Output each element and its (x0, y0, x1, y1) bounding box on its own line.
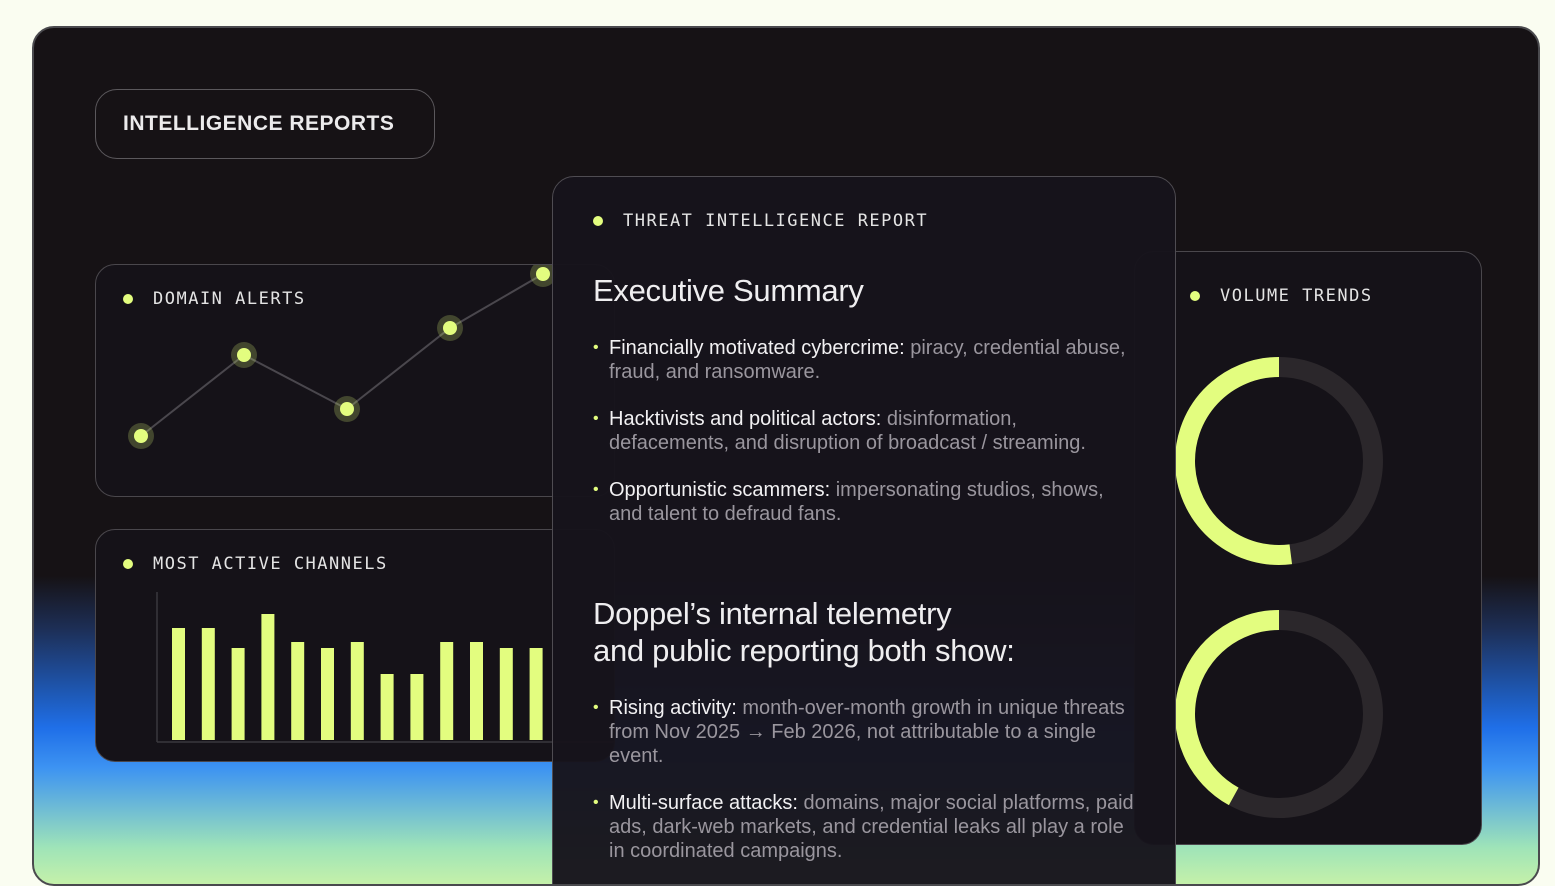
data-point (443, 321, 457, 335)
report-title: THREAT INTELLIGENCE REPORT (623, 211, 929, 231)
status-dot (593, 216, 603, 226)
data-point (237, 348, 251, 362)
bar (291, 642, 305, 740)
bullet-icon: • (593, 699, 599, 716)
item-label: Hacktivists and political actors: (609, 408, 882, 430)
bar (201, 628, 215, 740)
bullet-icon: • (593, 339, 599, 356)
executive-summary-heading: Executive Summary (593, 273, 864, 308)
list-item: • Rising activity: month-over-month growt… (593, 696, 1138, 768)
donut-arc (1175, 357, 1293, 565)
bar (499, 648, 513, 740)
bullet-icon: • (593, 410, 599, 427)
volume-donut-charts (1175, 357, 1383, 818)
domain-alerts-card[interactable]: DOMAIN ALERTS (95, 264, 615, 497)
telemetry-heading-line2: and public reporting both show: (593, 633, 1015, 668)
telemetry-list: • Rising activity: month-over-month growt… (593, 696, 1138, 884)
executive-summary-list: • Financially motivated cybercrime: pirac… (593, 336, 1138, 549)
bar (261, 614, 275, 740)
threat-report-card[interactable]: THREAT INTELLIGENCE REPORT Executive Sum… (552, 176, 1176, 884)
bar (350, 642, 364, 740)
list-item: • Hacktivists and political actors: disin… (593, 407, 1138, 455)
data-point (340, 402, 354, 416)
bar (410, 674, 424, 740)
bullet-icon: • (593, 794, 599, 811)
donut-arc (1175, 610, 1280, 806)
domain-alerts-chart (128, 265, 556, 449)
bar (380, 674, 394, 740)
report-header: THREAT INTELLIGENCE REPORT (593, 211, 928, 231)
item-label: Financially motivated cybercrime: (609, 337, 905, 359)
channels-bar-chart (156, 592, 614, 743)
telemetry-heading: Doppel’s internal telemetry and public r… (593, 595, 1015, 669)
item-label: Multi-surface attacks: (609, 792, 798, 814)
bar (231, 648, 245, 740)
list-item: • Opportunistic scammers: impersonating s… (593, 478, 1138, 526)
telemetry-heading-line1: Doppel’s internal telemetry (593, 596, 952, 631)
data-point (536, 267, 550, 281)
bar (321, 648, 334, 740)
section-title: INTELLIGENCE REPORTS (123, 112, 395, 135)
bar (440, 642, 454, 740)
data-point (134, 429, 148, 443)
item-label: Rising activity: (609, 697, 737, 719)
bar (172, 628, 185, 740)
dashboard-frame: INTELLIGENCE REPORTS DOMAIN ALERTS MOST … (32, 26, 1540, 886)
list-item: • Multi-surface attacks: domains, major s… (593, 791, 1138, 863)
list-item: • Financially motivated cybercrime: pirac… (593, 336, 1138, 384)
item-label: Opportunistic scammers: (609, 479, 831, 501)
volume-trends-card[interactable]: VOLUME TRENDS (1134, 251, 1482, 845)
bar (470, 642, 483, 740)
bullet-icon: • (593, 481, 599, 498)
section-title-pill[interactable]: INTELLIGENCE REPORTS (95, 89, 435, 159)
most-active-channels-card[interactable]: MOST ACTIVE CHANNELS (95, 529, 615, 762)
bar (529, 648, 543, 740)
